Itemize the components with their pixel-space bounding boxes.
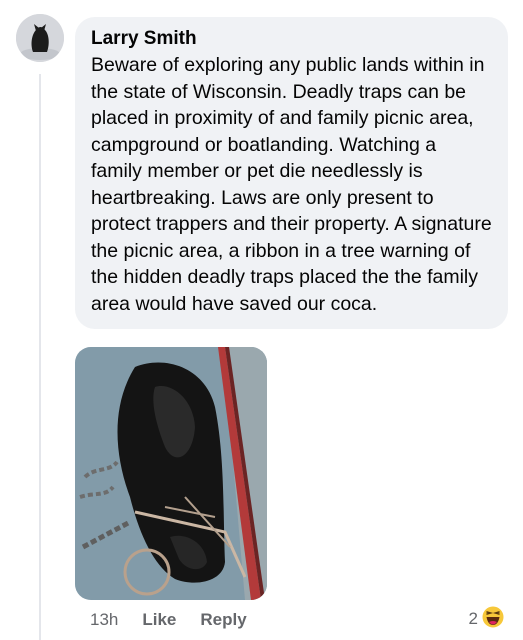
comment-text: Beware of exploring any public lands wit… bbox=[91, 54, 492, 315]
avatar[interactable] bbox=[16, 14, 64, 62]
dog-in-trap-photo bbox=[75, 347, 267, 600]
haha-emoji-icon bbox=[481, 605, 505, 634]
comment-actions: 13h Like Reply bbox=[90, 608, 271, 632]
thread-line bbox=[39, 74, 41, 640]
profile-picture bbox=[16, 14, 64, 62]
like-button[interactable]: Like bbox=[142, 610, 176, 630]
author-name[interactable]: Larry Smith bbox=[91, 27, 492, 51]
comment-photo[interactable] bbox=[75, 347, 267, 600]
reaction-count: 2 bbox=[468, 609, 478, 628]
reactions-summary[interactable]: 2 bbox=[469, 605, 505, 633]
comment-bubble: Larry Smith Beware of exploring any publ… bbox=[75, 17, 508, 329]
timestamp[interactable]: 13h bbox=[90, 610, 118, 630]
reply-button[interactable]: Reply bbox=[200, 610, 246, 630]
